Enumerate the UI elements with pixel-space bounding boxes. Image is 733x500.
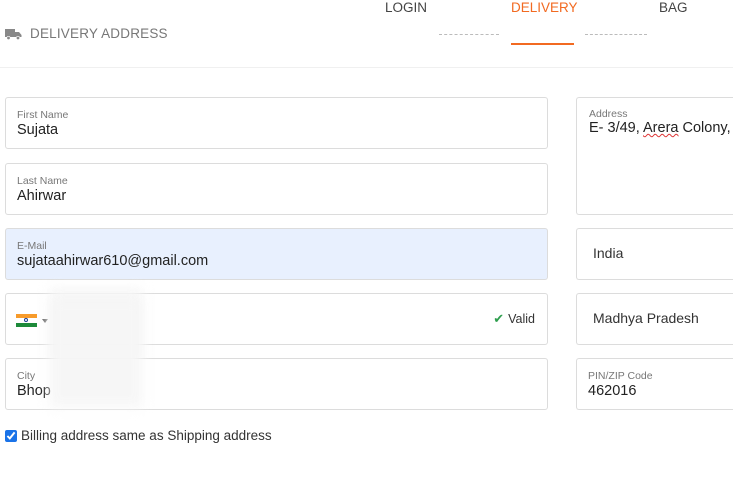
first-name-value: Sujata xyxy=(17,122,59,138)
pin-label: PIN/ZIP Code xyxy=(588,370,653,382)
phone-valid-text: Valid xyxy=(508,312,535,326)
first-name-field[interactable]: First Name Sujata xyxy=(5,97,548,149)
check-icon: ✔ xyxy=(493,311,505,326)
step-bag[interactable]: BAG xyxy=(659,0,688,15)
last-name-label: Last Name xyxy=(17,175,68,187)
section-title: DELIVERY ADDRESS xyxy=(5,26,168,41)
chevron-down-icon[interactable] xyxy=(42,319,48,323)
email-value: sujataahirwar610@gmail.com xyxy=(17,253,209,269)
section-title-text: DELIVERY ADDRESS xyxy=(30,26,168,41)
state-field[interactable]: Madhya Pradesh xyxy=(576,293,733,345)
step-divider xyxy=(585,34,647,35)
first-name-label: First Name xyxy=(17,109,69,121)
country-value: India xyxy=(593,245,624,261)
truck-icon xyxy=(5,28,22,40)
active-step-underline xyxy=(511,43,574,45)
phone-valid-badge: ✔ Valid xyxy=(493,311,535,327)
india-flag-icon[interactable] xyxy=(16,314,37,327)
checkout-header: DELIVERY ADDRESS LOGIN DELIVERY BAG xyxy=(0,0,733,68)
email-field[interactable]: E-Mail sujataahirwar610@gmail.com xyxy=(5,228,548,280)
pin-field[interactable]: PIN/ZIP Code 462016 xyxy=(576,358,733,410)
address-label: Address xyxy=(589,108,628,120)
step-divider xyxy=(439,34,499,35)
last-name-value: Ahirwar xyxy=(17,188,67,204)
city-value: Bhop xyxy=(17,383,51,399)
billing-same-checkbox-row[interactable]: Billing address same as Shipping address xyxy=(5,428,272,443)
email-label: E-Mail xyxy=(17,240,47,252)
pin-value: 462016 xyxy=(588,383,637,399)
step-delivery[interactable]: DELIVERY xyxy=(511,0,578,15)
billing-same-checkbox[interactable] xyxy=(5,429,17,442)
billing-same-label: Billing address same as Shipping address xyxy=(21,428,272,443)
redacted-overlay xyxy=(50,299,142,407)
country-field[interactable]: India xyxy=(576,228,733,280)
last-name-field[interactable]: Last Name Ahirwar xyxy=(5,163,548,215)
state-value: Madhya Pradesh xyxy=(593,310,699,326)
step-login[interactable]: LOGIN xyxy=(385,0,427,15)
address-field[interactable]: Address E- 3/49, Arera Colony, xyxy=(576,97,733,215)
address-value: E- 3/49, Arera Colony, xyxy=(589,120,731,136)
city-label: City xyxy=(17,370,36,382)
city-field[interactable]: City Bhop xyxy=(5,299,548,410)
